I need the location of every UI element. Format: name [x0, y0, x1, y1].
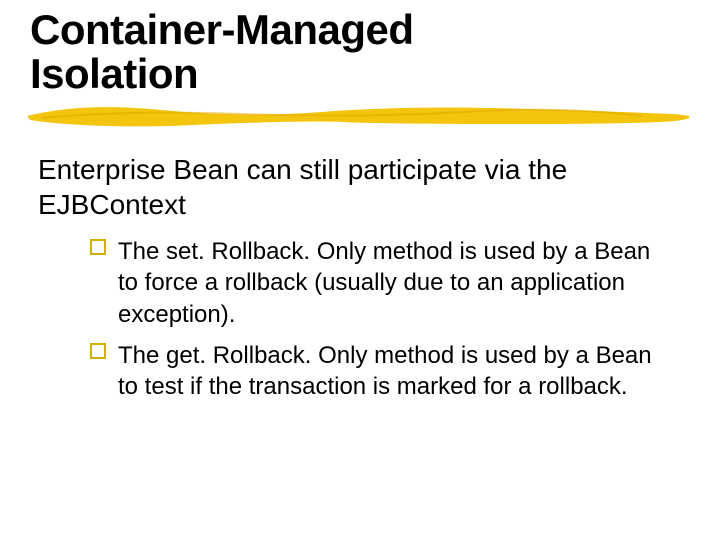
- square-bullet-icon: [90, 239, 106, 255]
- title-line-1: Container-Managed: [30, 6, 414, 53]
- list-item: The get. Rollback. Only method is used b…: [90, 340, 670, 402]
- list-item-text: The set. Rollback. Only method is used b…: [118, 238, 650, 327]
- bullet-list: The set. Rollback. Only method is used b…: [30, 236, 680, 402]
- body-text: Enterprise Bean can still participate vi…: [38, 152, 680, 222]
- slide-title: Container-Managed Isolation: [30, 8, 680, 96]
- brushstroke-icon: [22, 96, 720, 136]
- title-underline: [30, 102, 680, 134]
- square-bullet-icon: [90, 343, 106, 359]
- list-item: The set. Rollback. Only method is used b…: [90, 236, 670, 330]
- title-line-2: Isolation: [30, 50, 198, 97]
- slide: Container-Managed Isolation Enterprise B…: [0, 0, 720, 540]
- list-item-text: The get. Rollback. Only method is used b…: [118, 342, 652, 400]
